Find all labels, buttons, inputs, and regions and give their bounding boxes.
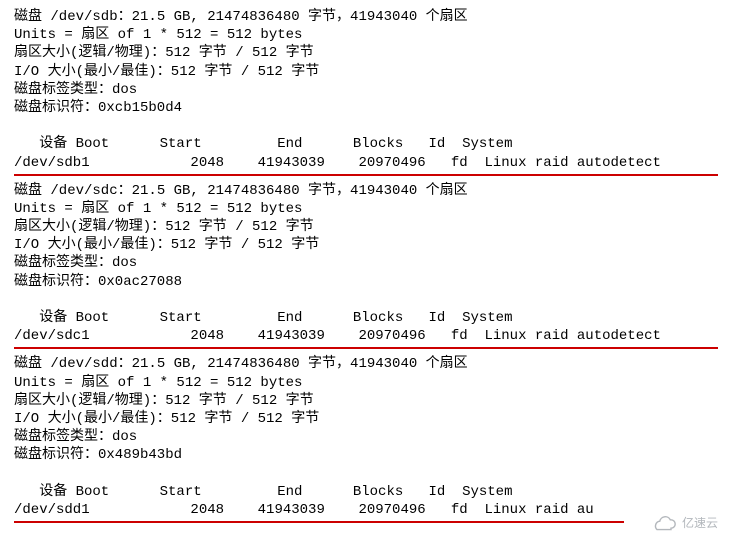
highlight-underline (14, 174, 718, 176)
highlight-underline (14, 347, 718, 349)
watermark: 亿速云 (650, 515, 718, 533)
highlight-underline (14, 521, 624, 523)
partition-columns: 设备 Boot Start End Blocks Id System (14, 135, 718, 153)
disk-io-size: I/O 大小(最小/最佳)：512 字节 / 512 字节 (14, 236, 718, 254)
disk-header: 磁盘 /dev/sdd：21.5 GB, 21474836480 字节，4194… (14, 355, 718, 373)
disk-label-type: 磁盘标签类型：dos (14, 81, 718, 99)
watermark-text: 亿速云 (682, 516, 718, 532)
partition-row: /dev/sdb1 2048 41943039 20970496 fd Linu… (14, 154, 718, 172)
disk-label-type: 磁盘标签类型：dos (14, 428, 718, 446)
disk-identifier: 磁盘标识符：0x0ac27088 (14, 273, 718, 291)
disk-sector-size: 扇区大小(逻辑/物理)：512 字节 / 512 字节 (14, 44, 718, 62)
partition-columns: 设备 Boot Start End Blocks Id System (14, 483, 718, 501)
disk-io-size: I/O 大小(最小/最佳)：512 字节 / 512 字节 (14, 410, 718, 428)
partition-columns: 设备 Boot Start End Blocks Id System (14, 309, 718, 327)
blank-line (14, 291, 718, 309)
partition-row: /dev/sdc1 2048 41943039 20970496 fd Linu… (14, 327, 718, 345)
disk-header: 磁盘 /dev/sdc：21.5 GB, 21474836480 字节，4194… (14, 182, 718, 200)
disk-identifier: 磁盘标识符：0x489b43bd (14, 446, 718, 464)
disk-sector-size: 扇区大小(逻辑/物理)：512 字节 / 512 字节 (14, 392, 718, 410)
disk-header: 磁盘 /dev/sdb：21.5 GB, 21474836480 字节，4194… (14, 8, 718, 26)
disk-sector-size: 扇区大小(逻辑/物理)：512 字节 / 512 字节 (14, 218, 718, 236)
cloud-icon (650, 515, 678, 533)
disk-label-type: 磁盘标签类型：dos (14, 254, 718, 272)
disk-identifier: 磁盘标识符：0xcb15b0d4 (14, 99, 718, 117)
disk-units: Units = 扇区 of 1 * 512 = 512 bytes (14, 374, 718, 392)
partition-row: /dev/sdd1 2048 41943039 20970496 fd Linu… (14, 501, 718, 519)
blank-line (14, 117, 718, 135)
disk-units: Units = 扇区 of 1 * 512 = 512 bytes (14, 26, 718, 44)
terminal-output: 磁盘 /dev/sdb：21.5 GB, 21474836480 字节，4194… (0, 0, 732, 543)
blank-line (14, 465, 718, 483)
disk-io-size: I/O 大小(最小/最佳)：512 字节 / 512 字节 (14, 63, 718, 81)
disk-units: Units = 扇区 of 1 * 512 = 512 bytes (14, 200, 718, 218)
